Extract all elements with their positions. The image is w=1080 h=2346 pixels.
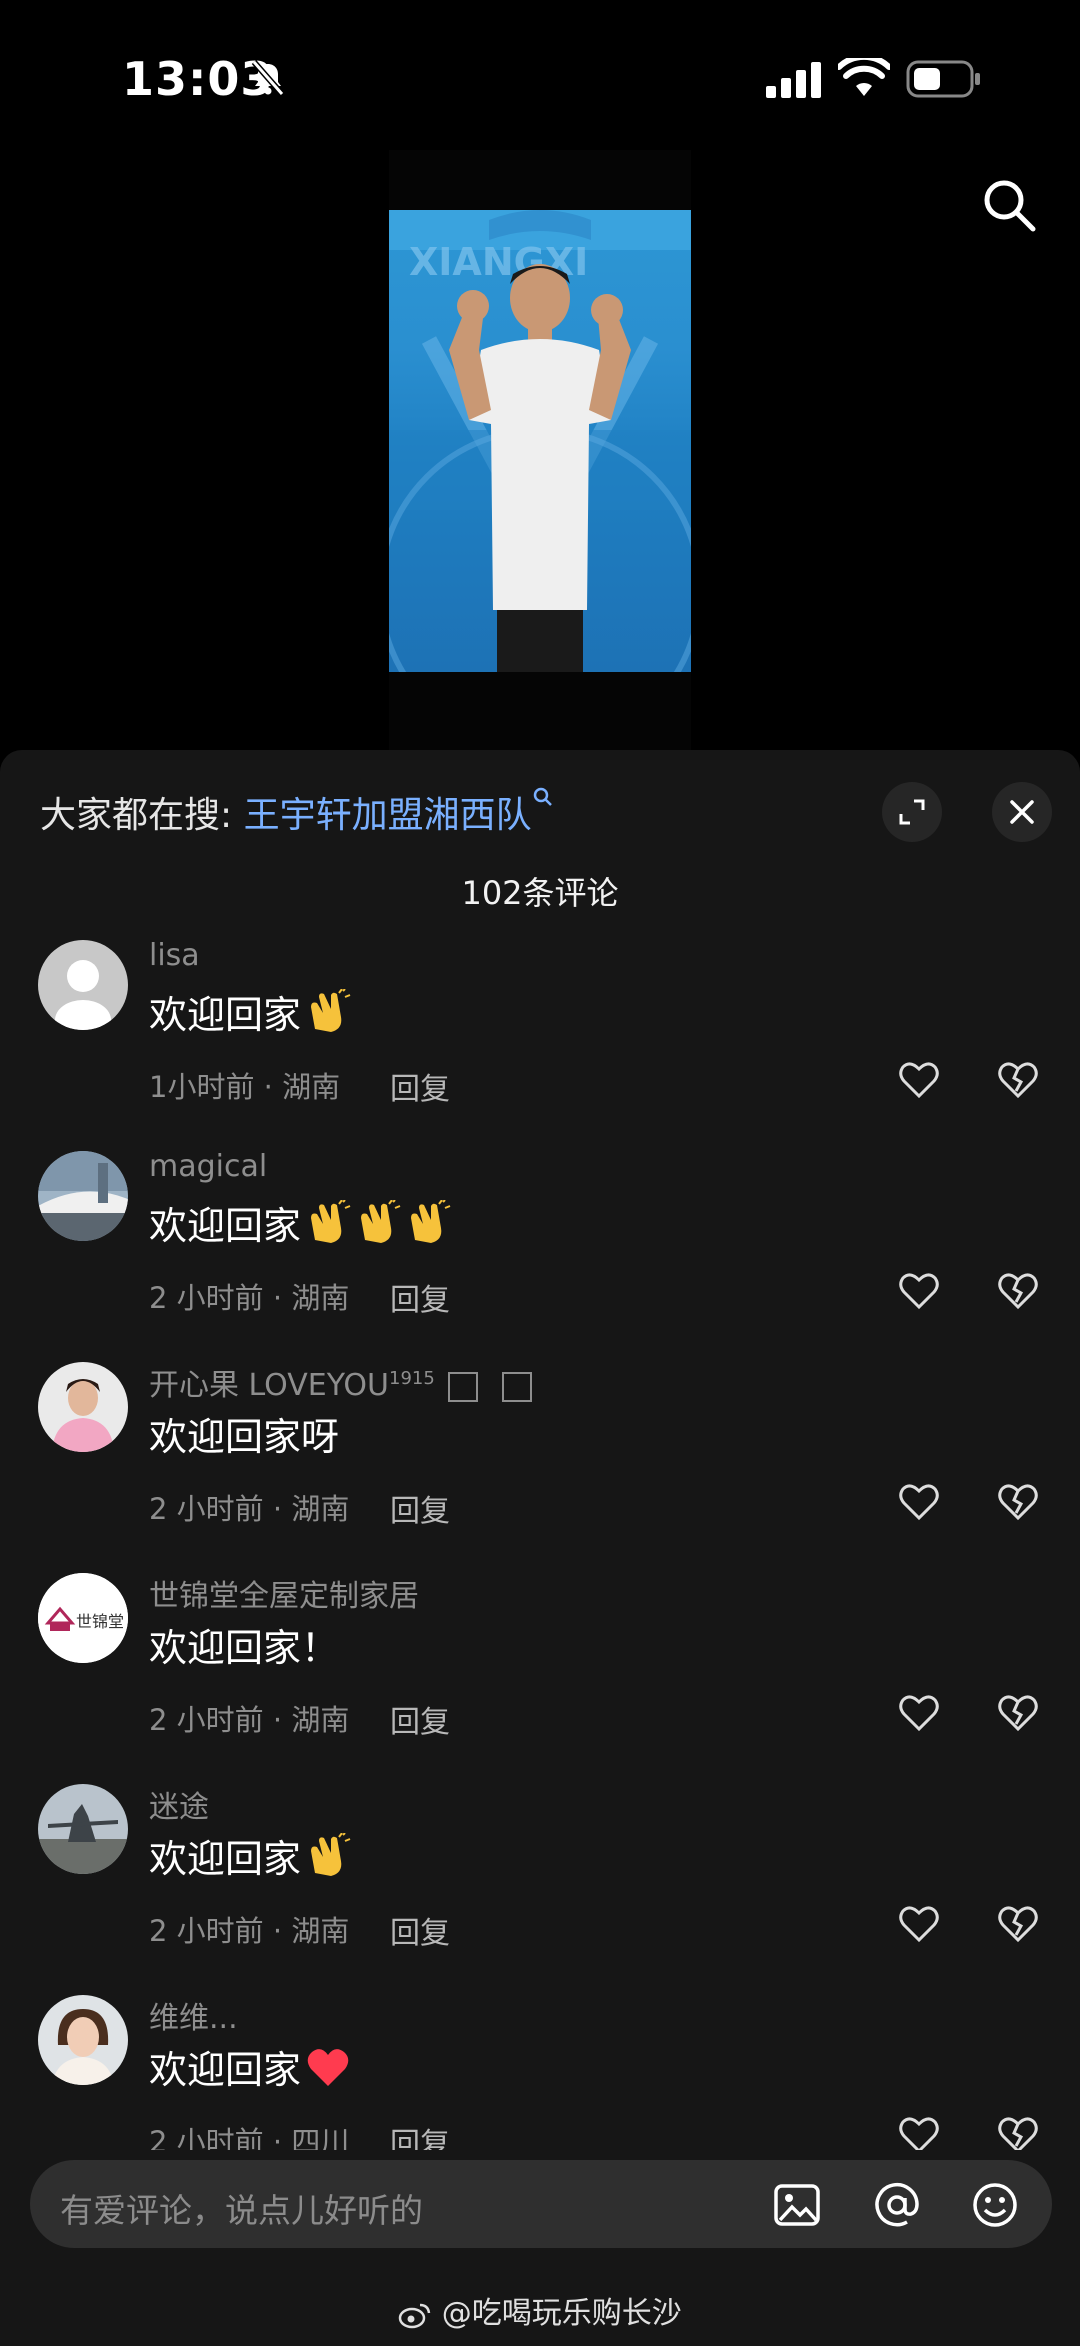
comment-text: 欢迎回家呀 — [149, 1406, 339, 1461]
broken-heart-icon[interactable] — [996, 1058, 1040, 1102]
comment-input-placeholder: 有爱评论，说点儿好听的 — [60, 2191, 423, 2230]
comment-item: 开心果 LOVEYOU1915 欢迎回家呀 2 小时前 · 湖南 回复 — [0, 1362, 1080, 1573]
weibo-logo-icon — [398, 2303, 431, 2328]
comment-meta: 2 小时前 · 湖南 — [149, 1492, 350, 1526]
heart-emoji-icon — [307, 2048, 349, 2086]
heart-outline-icon[interactable] — [897, 1269, 941, 1313]
comment-body: 欢迎回家 — [149, 1204, 302, 1248]
comment-item: 世锦堂 世锦堂全屋定制家居 欢迎回家！ 2 小时前 · 湖南 回复 — [0, 1573, 1080, 1784]
comment-body: 欢迎回家 — [149, 1837, 302, 1881]
search-small-icon — [533, 787, 552, 806]
clapping-emoji-icon — [311, 1199, 351, 1243]
comment-text: 欢迎回家 — [149, 2039, 351, 2094]
comment-username[interactable]: lisa — [149, 940, 200, 973]
comment-meta: 2 小时前 · 四川 — [149, 2125, 350, 2150]
clapping-emoji-icon — [411, 1199, 451, 1243]
heart-outline-icon[interactable] — [897, 1480, 941, 1524]
comment-body: 欢迎回家呀 — [149, 1415, 340, 1459]
emoji-icon[interactable] — [970, 2180, 1020, 2230]
close-icon — [1010, 800, 1034, 824]
battery-icon — [906, 60, 980, 98]
wifi-icon — [838, 58, 890, 96]
comment-username[interactable]: 开心果 LOVEYOU1915 — [149, 1360, 532, 1404]
clapping-emoji-icon — [311, 1832, 351, 1876]
expand-icon — [899, 799, 925, 825]
at-icon[interactable] — [872, 2180, 922, 2230]
signal-icon — [766, 62, 821, 98]
unknown-glyph-icon — [448, 1371, 479, 1402]
clapping-emoji-icon — [311, 988, 351, 1032]
heart-outline-icon[interactable] — [897, 1902, 941, 1946]
comment-text: 欢迎回家 — [149, 984, 351, 1039]
comment-text: 欢迎回家！ — [149, 1617, 339, 1672]
avatar-logo-text: 世锦堂 — [76, 1612, 124, 1631]
comment-item: 维维... 欢迎回家 2 小时前 · 四川 回复 — [0, 1995, 1080, 2150]
comment-item: 迷途 欢迎回家 2 小时前 · 湖南 回复 — [0, 1784, 1080, 1995]
avatar[interactable] — [38, 940, 128, 1030]
comment-body: 欢迎回家 — [149, 993, 302, 1037]
search-icon[interactable] — [980, 176, 1038, 234]
avatar[interactable] — [38, 1151, 128, 1241]
trending-keyword[interactable]: 王宇轩加盟湘西队 — [244, 795, 532, 836]
trending-prefix: 大家都在搜: — [40, 795, 233, 836]
comment-list: lisa 欢迎回家 1小时前 · 湖南 回复 magical 欢迎回家 2 小时… — [0, 940, 1080, 2150]
heart-outline-icon[interactable] — [897, 2113, 941, 2150]
broken-heart-icon[interactable] — [996, 1269, 1040, 1313]
comment-meta: 1小时前 · 湖南 — [149, 1070, 341, 1104]
comment-username[interactable]: 迷途 — [149, 1782, 209, 1826]
reply-button[interactable]: 回复 — [390, 1275, 450, 1319]
avatar[interactable] — [38, 1784, 128, 1874]
reply-button[interactable]: 回复 — [390, 2119, 450, 2150]
comment-item: lisa 欢迎回家 1小时前 · 湖南 回复 — [0, 940, 1080, 1151]
reply-button[interactable]: 回复 — [390, 1908, 450, 1952]
comment-input[interactable]: 有爱评论，说点儿好听的 — [30, 2160, 1052, 2248]
comment-username[interactable]: 世锦堂全屋定制家居 — [149, 1571, 419, 1615]
comment-meta: 2 小时前 · 湖南 — [149, 1914, 350, 1948]
reply-button[interactable]: 回复 — [390, 1064, 450, 1108]
close-button[interactable] — [992, 782, 1052, 842]
heart-outline-icon[interactable] — [897, 1058, 941, 1102]
expand-button[interactable] — [882, 782, 942, 842]
watermark: @吃喝玩乐购长沙 — [0, 2288, 1080, 2332]
unknown-glyph-icon — [501, 1371, 532, 1402]
broken-heart-icon[interactable] — [996, 1480, 1040, 1524]
comment-body: 欢迎回家 — [149, 2048, 302, 2092]
bell-muted-icon — [251, 60, 285, 96]
broken-heart-icon[interactable] — [996, 2113, 1040, 2150]
reply-button[interactable]: 回复 — [390, 1697, 450, 1741]
username-text: 开心果 LOVEYOU — [149, 1368, 389, 1403]
comment-sheet: 大家都在搜: 王宇轩加盟湘西队 102条评论 lisa 欢迎回家 1小时前 · … — [0, 750, 1080, 2346]
image-icon[interactable] — [772, 2180, 822, 2230]
avatar[interactable]: 世锦堂 — [38, 1573, 128, 1663]
broken-heart-icon[interactable] — [996, 1691, 1040, 1735]
comment-text: 欢迎回家 — [149, 1828, 351, 1883]
watermark-text: @吃喝玩乐购长沙 — [441, 2296, 682, 2331]
avatar[interactable] — [38, 1362, 128, 1452]
comment-count: 102条评论 — [461, 874, 619, 912]
comment-body: 欢迎回家！ — [149, 1626, 340, 1670]
comment-meta: 2 小时前 · 湖南 — [149, 1703, 350, 1737]
clapping-emoji-icon — [361, 1199, 401, 1243]
trending-search[interactable]: 大家都在搜: 王宇轩加盟湘西队 — [40, 786, 554, 838]
username-superscript: 1915 — [389, 1368, 435, 1389]
comment-username[interactable]: magical — [149, 1149, 267, 1184]
avatar[interactable] — [38, 1995, 128, 2085]
comment-text: 欢迎回家 — [149, 1195, 451, 1250]
reply-button[interactable]: 回复 — [390, 1486, 450, 1530]
comment-username[interactable]: 维维... — [149, 1993, 238, 2037]
broken-heart-icon[interactable] — [996, 1902, 1040, 1946]
comment-item: magical 欢迎回家 2 小时前 · 湖南 回复 — [0, 1149, 1080, 1362]
status-bar: 13:03 — [0, 0, 1080, 150]
video-poster-image: XIANGXI — [389, 210, 691, 672]
comment-meta: 2 小时前 · 湖南 — [149, 1281, 350, 1315]
heart-outline-icon[interactable] — [897, 1691, 941, 1735]
